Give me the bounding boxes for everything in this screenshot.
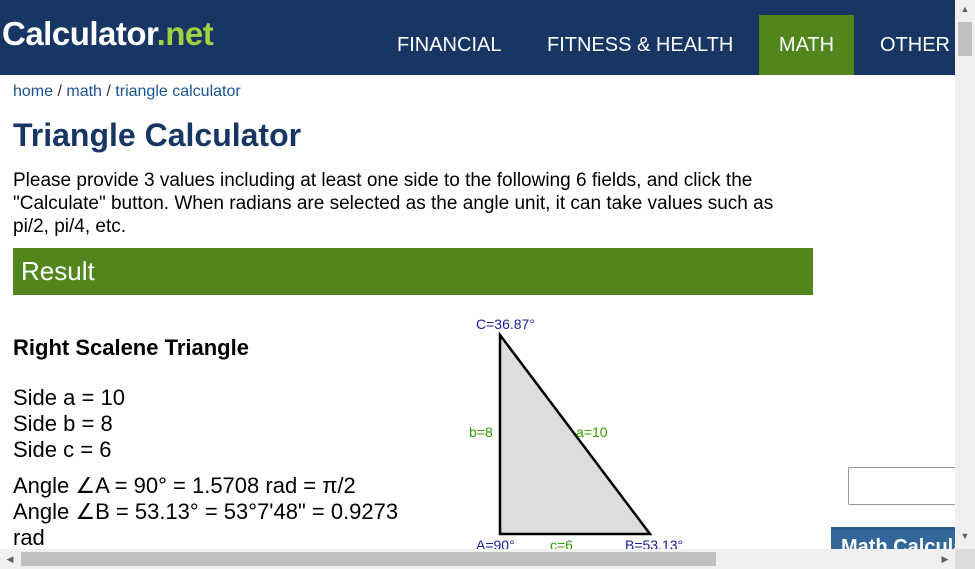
angle-a-label: A=90° (476, 537, 515, 549)
angle-b-line: Angle ∠B = 53.13° = 53°7'48" = 0.9273 (13, 499, 399, 524)
nav-financial[interactable]: FINANCIAL (397, 15, 501, 75)
result-header: Result (13, 248, 813, 295)
side-a-label: a=10 (576, 424, 608, 440)
horizontal-scrollbar[interactable]: ◀ ▶ (0, 549, 975, 569)
breadcrumb-current[interactable]: triangle calculator (115, 83, 240, 100)
breadcrumb: home / math / triangle calculator (13, 83, 241, 100)
scrollbar-corner (955, 549, 975, 569)
scroll-down-icon[interactable]: ▼ (955, 527, 975, 545)
page-title: Triangle Calculator (13, 117, 302, 153)
triangle-shape (498, 331, 653, 536)
side-a-line: Side a = 10 (13, 385, 125, 410)
scroll-up-icon[interactable]: ▲ (955, 0, 975, 18)
scroll-right-icon[interactable]: ▶ (935, 549, 955, 569)
nav-fitness-health[interactable]: FITNESS & HEALTH (547, 15, 733, 75)
header-bar: Calculator.net FINANCIAL FITNESS & HEALT… (0, 0, 955, 75)
site-logo[interactable]: Calculator.net (2, 15, 214, 53)
vertical-scroll-thumb[interactable] (958, 22, 972, 56)
side-b-line: Side b = 8 (13, 411, 113, 436)
angle-b-unit: rad (13, 525, 45, 549)
angle-b-label: B=53.13° (625, 537, 683, 549)
intro-text: Please provide 3 values including at lea… (13, 170, 774, 237)
scroll-left-icon[interactable]: ◀ (0, 549, 20, 569)
breadcrumb-home[interactable]: home (13, 83, 53, 100)
triangle-diagram: C=36.87° b=8 a=10 A=90° c=6 B=53.13° (469, 316, 683, 549)
sidebar-math-calculators[interactable]: Math Calculators (831, 527, 955, 549)
nav-other[interactable]: OTHER (880, 15, 950, 75)
angle-c-label: C=36.87° (476, 316, 535, 332)
angle-a-line: Angle ∠A = 90° = 1.5708 rad = π/2 (13, 473, 356, 498)
vertical-scrollbar[interactable]: ▲ ▼ (955, 0, 975, 549)
side-c-line: Side c = 6 (13, 437, 112, 462)
horizontal-scroll-thumb[interactable] (21, 552, 716, 566)
sidebar-search-input[interactable] (848, 467, 955, 505)
breadcrumb-math[interactable]: math (66, 83, 102, 100)
side-b-label: b=8 (469, 424, 493, 440)
triangle-type: Right Scalene Triangle (13, 335, 249, 360)
nav-math[interactable]: MATH (759, 15, 854, 75)
side-c-label: c=6 (550, 537, 573, 549)
